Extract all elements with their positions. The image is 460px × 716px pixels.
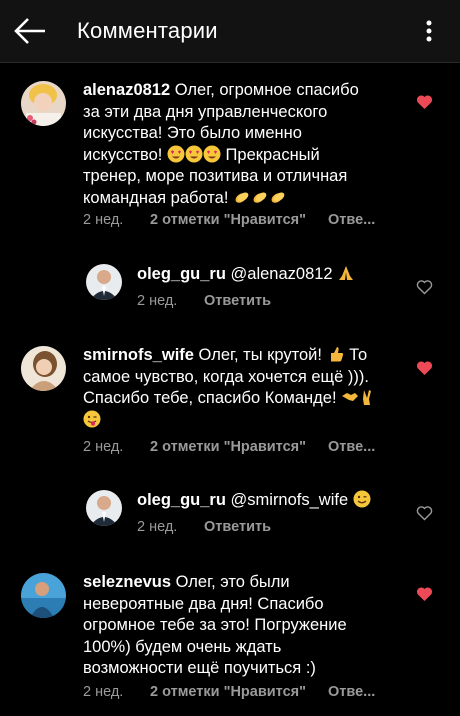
likes-count-button[interactable]: 2 отметки "Нравится" bbox=[150, 684, 306, 700]
comment-text: искусства! Это было именно bbox=[83, 124, 302, 142]
comment-text: Прекрасный bbox=[225, 145, 320, 164]
folded-hands-emoji-icon bbox=[339, 266, 354, 280]
heart-filled-icon[interactable] bbox=[416, 586, 433, 602]
arrow-left-icon bbox=[14, 18, 45, 44]
back-button[interactable] bbox=[10, 13, 50, 49]
comment-reply: oleg_gu_ru @alenaz0812 2 нед. Ответить bbox=[0, 262, 460, 322]
comment: smirnofs_wife Олег, ты крутой! То самое … bbox=[0, 343, 460, 463]
comment-timestamp: 2 нед. bbox=[137, 519, 178, 535]
avatar[interactable] bbox=[21, 81, 66, 126]
comment: alenaz0812 Олег, огромное спасибо за эти… bbox=[0, 78, 460, 238]
reply-button[interactable]: Ответить bbox=[204, 519, 271, 535]
comment-text: искусство! bbox=[83, 145, 163, 164]
tongue-wink-emoji-icon bbox=[83, 410, 101, 427]
comment-username[interactable]: seleznevus bbox=[83, 573, 171, 591]
comment-text: тренер, море позитива и отличная bbox=[83, 167, 348, 185]
comment-text: возможности ещё поучиться :) bbox=[83, 659, 316, 677]
comment-text: самое чувство, когда хочется ещё ))). bbox=[83, 367, 369, 386]
comment-username[interactable]: oleg_gu_ru bbox=[137, 265, 226, 283]
clapping-hands-emoji-icon bbox=[235, 192, 249, 203]
comment-text: Олег, огромное спасибо bbox=[174, 81, 359, 99]
comment-timestamp: 2 нед. bbox=[137, 293, 178, 309]
top-bar: Комментарии bbox=[0, 0, 460, 63]
wink-emoji-icon bbox=[353, 490, 371, 508]
reply-button[interactable]: Ответить bbox=[204, 293, 271, 309]
comment-timestamp: 2 нед. bbox=[83, 439, 124, 455]
heart-eyes-emoji-icon bbox=[203, 145, 221, 162]
clapping-hands-emoji-icon bbox=[271, 192, 285, 203]
reply-button[interactable]: Отве... bbox=[328, 439, 375, 455]
heart-outline-icon[interactable] bbox=[416, 279, 433, 295]
likes-count-button[interactable]: 2 отметки "Нравится" bbox=[150, 439, 306, 455]
heart-eyes-emoji-icon bbox=[167, 145, 185, 162]
comment-timestamp: 2 нед. bbox=[83, 684, 124, 700]
avatar[interactable] bbox=[21, 573, 66, 618]
heart-outline-icon[interactable] bbox=[416, 505, 433, 521]
more-menu-button[interactable] bbox=[418, 16, 440, 46]
heart-filled-icon[interactable] bbox=[416, 94, 433, 110]
thumbs-up-emoji-icon bbox=[330, 347, 343, 362]
avatar[interactable] bbox=[86, 264, 122, 300]
comment-text: Олег, ты крутой! bbox=[198, 346, 322, 364]
comment-username[interactable]: smirnofs_wife bbox=[83, 346, 194, 364]
more-vertical-icon bbox=[426, 20, 432, 42]
comment-text: за эти два дня управленческого bbox=[83, 102, 328, 121]
comment-text: Спасибо тебе, спасибо Команде! bbox=[83, 389, 337, 407]
comment-reply: oleg_gu_ru @smirnofs_wife 2 нед. Ответит… bbox=[0, 488, 460, 548]
comment-text: невероятные два дня! Спасибо bbox=[83, 594, 324, 613]
comment-text: командная работа! bbox=[83, 188, 229, 207]
heart-eyes-emoji-icon bbox=[185, 145, 203, 162]
reply-button[interactable]: Отве... bbox=[328, 212, 375, 228]
comment-username[interactable]: alenaz0812 bbox=[83, 81, 170, 99]
victory-hand-emoji-icon bbox=[363, 390, 372, 405]
avatar[interactable] bbox=[21, 346, 66, 391]
comment-username[interactable]: oleg_gu_ru bbox=[137, 491, 226, 509]
handshake-emoji-icon bbox=[342, 393, 359, 401]
heart-filled-icon[interactable] bbox=[416, 360, 433, 376]
mention-link[interactable]: @alenaz0812 bbox=[231, 265, 333, 283]
reply-button[interactable]: Отве... bbox=[328, 684, 375, 700]
comment: seleznevus Олег, это были невероятные дв… bbox=[0, 570, 460, 710]
comment-text: То bbox=[349, 346, 368, 364]
comment-text: Олег, это были bbox=[175, 573, 290, 591]
comment-timestamp: 2 нед. bbox=[83, 212, 124, 228]
clapping-hands-emoji-icon bbox=[253, 192, 267, 203]
page-title: Комментарии bbox=[77, 18, 218, 43]
comment-text: 100%) будем очень ждать bbox=[83, 637, 282, 656]
likes-count-button[interactable]: 2 отметки "Нравится" bbox=[150, 212, 306, 228]
avatar[interactable] bbox=[86, 490, 122, 526]
comment-text: огромное тебе за это! Погружение bbox=[83, 616, 347, 634]
mention-link[interactable]: @smirnofs_wife bbox=[231, 491, 349, 509]
